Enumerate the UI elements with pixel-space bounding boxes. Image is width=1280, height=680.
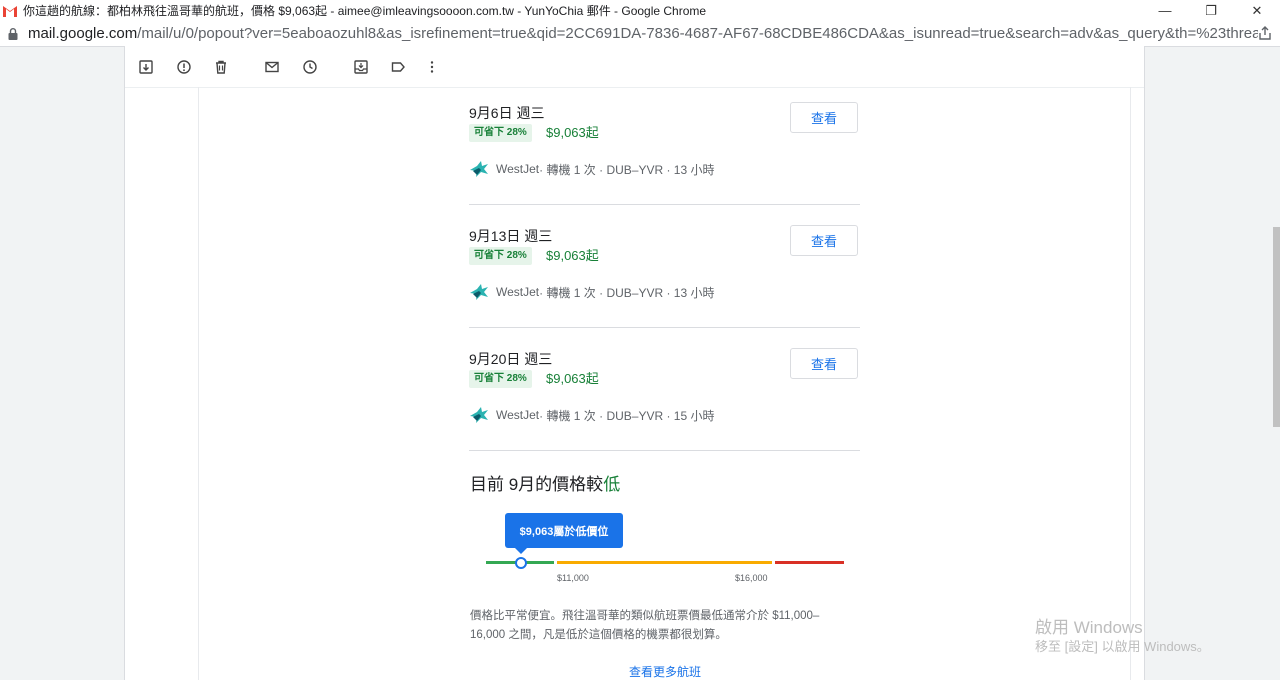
airline-name: WestJet xyxy=(496,285,540,299)
scrollbar-thumb[interactable] xyxy=(1273,227,1280,427)
window-title: 你這趟的航線：都柏林飛往溫哥華的航班，價格 $9,063起 - aimee@im… xyxy=(23,4,707,18)
snooze-icon[interactable] xyxy=(303,60,317,74)
view-button[interactable]: 查看 xyxy=(790,348,858,379)
address-bar[interactable]: mail.google.com/mail/u/0/popout?ver=5eab… xyxy=(0,21,1280,47)
url-path: /mail/u/0/popout?ver=5eaboaozuhl8&as_isr… xyxy=(137,25,1258,42)
activate-windows-title: 啟用 Windows xyxy=(1035,618,1143,637)
price-bar-high xyxy=(775,561,844,564)
tick-low: $11,000 xyxy=(557,573,589,583)
headline-prefix: 目前 9月的價格較 xyxy=(470,475,604,494)
airline-row: WestJet · 轉機 1 次 · DUB–YVR · 13 小時 xyxy=(469,160,715,178)
window-title-bar: 你這趟的航線：都柏林飛往溫哥華的航班，價格 $9,063起 - aimee@im… xyxy=(0,0,1280,22)
message-left-border xyxy=(198,87,199,680)
price-level: 低 xyxy=(603,475,621,494)
close-button[interactable]: ✕ xyxy=(1234,0,1280,21)
westjet-logo-icon xyxy=(470,407,488,423)
price-tooltip: $9,063屬於低價位 xyxy=(505,513,623,548)
current-price-marker xyxy=(515,557,527,569)
email-toolbar xyxy=(125,46,1144,88)
tooltip-arrow xyxy=(515,548,527,554)
flight-details: · 轉機 1 次 · DUB–YVR · 13 小時 xyxy=(539,162,715,177)
flight-price: $9,063起 xyxy=(546,125,599,140)
report-spam-icon[interactable] xyxy=(177,60,191,74)
flight-date: 9月20日 週三 xyxy=(469,351,553,367)
flight-details: · 轉機 1 次 · DUB–YVR · 13 小時 xyxy=(539,285,715,300)
airline-row: WestJet · 轉機 1 次 · DUB–YVR · 15 小時 xyxy=(469,406,715,424)
email-panel: 9月6日 週三 可省下 28% $9,063起 查看 WestJet · 轉機 … xyxy=(124,46,1145,680)
savings-badge: 可省下 28% xyxy=(469,247,532,265)
mark-unread-icon[interactable] xyxy=(265,60,279,74)
message-right-border xyxy=(1130,87,1131,680)
minimize-button[interactable]: — xyxy=(1142,0,1188,21)
airline-row: WestJet · 轉機 1 次 · DUB–YVR · 13 小時 xyxy=(469,283,715,301)
divider xyxy=(469,450,860,451)
url-host: mail.google.com xyxy=(28,25,138,42)
flight-details: · 轉機 1 次 · DUB–YVR · 15 小時 xyxy=(539,408,715,423)
activate-windows-hint: 移至 [設定] 以啟用 Windows。 xyxy=(1035,639,1210,654)
tick-high: $16,000 xyxy=(735,573,768,583)
westjet-logo-icon xyxy=(470,284,488,300)
lock-icon[interactable] xyxy=(8,27,18,40)
divider xyxy=(469,204,860,205)
flight-date: 9月13日 週三 xyxy=(469,228,553,244)
label-icon[interactable] xyxy=(391,60,405,74)
price-bar-typical xyxy=(557,561,772,564)
view-button[interactable]: 查看 xyxy=(790,225,858,256)
flight-date: 9月6日 週三 xyxy=(469,105,545,121)
westjet-logo-icon xyxy=(470,161,488,177)
share-icon[interactable] xyxy=(1258,26,1272,40)
savings-badge: 可省下 28% xyxy=(469,124,532,142)
flight-price: $9,063起 xyxy=(546,371,599,386)
gmail-icon xyxy=(3,5,17,17)
delete-icon[interactable] xyxy=(214,60,228,74)
url-text[interactable]: mail.google.com/mail/u/0/popout?ver=5eab… xyxy=(28,25,1258,42)
divider xyxy=(469,327,860,328)
restore-button[interactable]: ❐ xyxy=(1188,0,1234,21)
price-insight-headline: 目前 9月的價格較低 xyxy=(470,470,620,495)
more-flights-link[interactable]: 查看更多航班 xyxy=(629,663,701,680)
savings-badge: 可省下 28% xyxy=(469,370,532,388)
archive-icon[interactable] xyxy=(139,60,153,74)
airline-name: WestJet xyxy=(496,408,540,422)
price-description: 價格比平常便宜。飛往溫哥華的類似航班票價最低通常介於 $11,000–16,00… xyxy=(470,610,820,641)
airline-name: WestJet xyxy=(496,162,540,176)
move-to-icon[interactable] xyxy=(354,60,368,74)
more-icon[interactable] xyxy=(425,60,439,74)
view-button[interactable]: 查看 xyxy=(790,102,858,133)
flight-price: $9,063起 xyxy=(546,248,599,263)
